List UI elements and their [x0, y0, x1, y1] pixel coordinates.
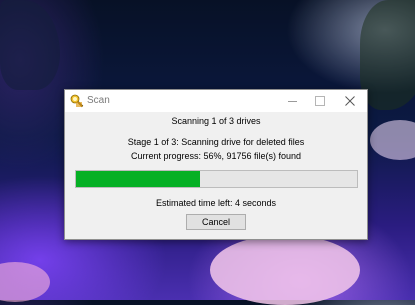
background-snow	[0, 262, 50, 302]
cancel-button[interactable]: Cancel	[186, 214, 246, 230]
minimize-icon	[288, 101, 297, 102]
background-snow	[210, 235, 360, 305]
progress-text: Current progress: 56%, 91756 file(s) fou…	[130, 151, 302, 161]
background-branch	[360, 0, 415, 110]
minimize-button[interactable]	[277, 90, 307, 112]
scan-dialog: Scan Scanning 1 of 3 drives Stage 1 of 3…	[64, 89, 368, 240]
estimate-text: Estimated time left: 4 seconds	[155, 198, 277, 208]
close-icon	[345, 96, 355, 106]
scan-heading: Scanning 1 of 3 drives	[171, 116, 261, 126]
title-bar[interactable]: Scan	[65, 90, 367, 112]
background-branch	[0, 0, 60, 90]
progress-bar	[75, 170, 358, 188]
progress-bar-fill	[76, 171, 200, 187]
close-button[interactable]	[335, 90, 365, 112]
stage-text: Stage 1 of 3: Scanning drive for deleted…	[127, 137, 305, 147]
window-title: Scan	[87, 95, 110, 106]
maximize-button[interactable]	[305, 90, 335, 112]
background-snow	[370, 120, 415, 160]
maximize-icon	[315, 96, 325, 106]
scan-app-icon	[70, 94, 84, 108]
